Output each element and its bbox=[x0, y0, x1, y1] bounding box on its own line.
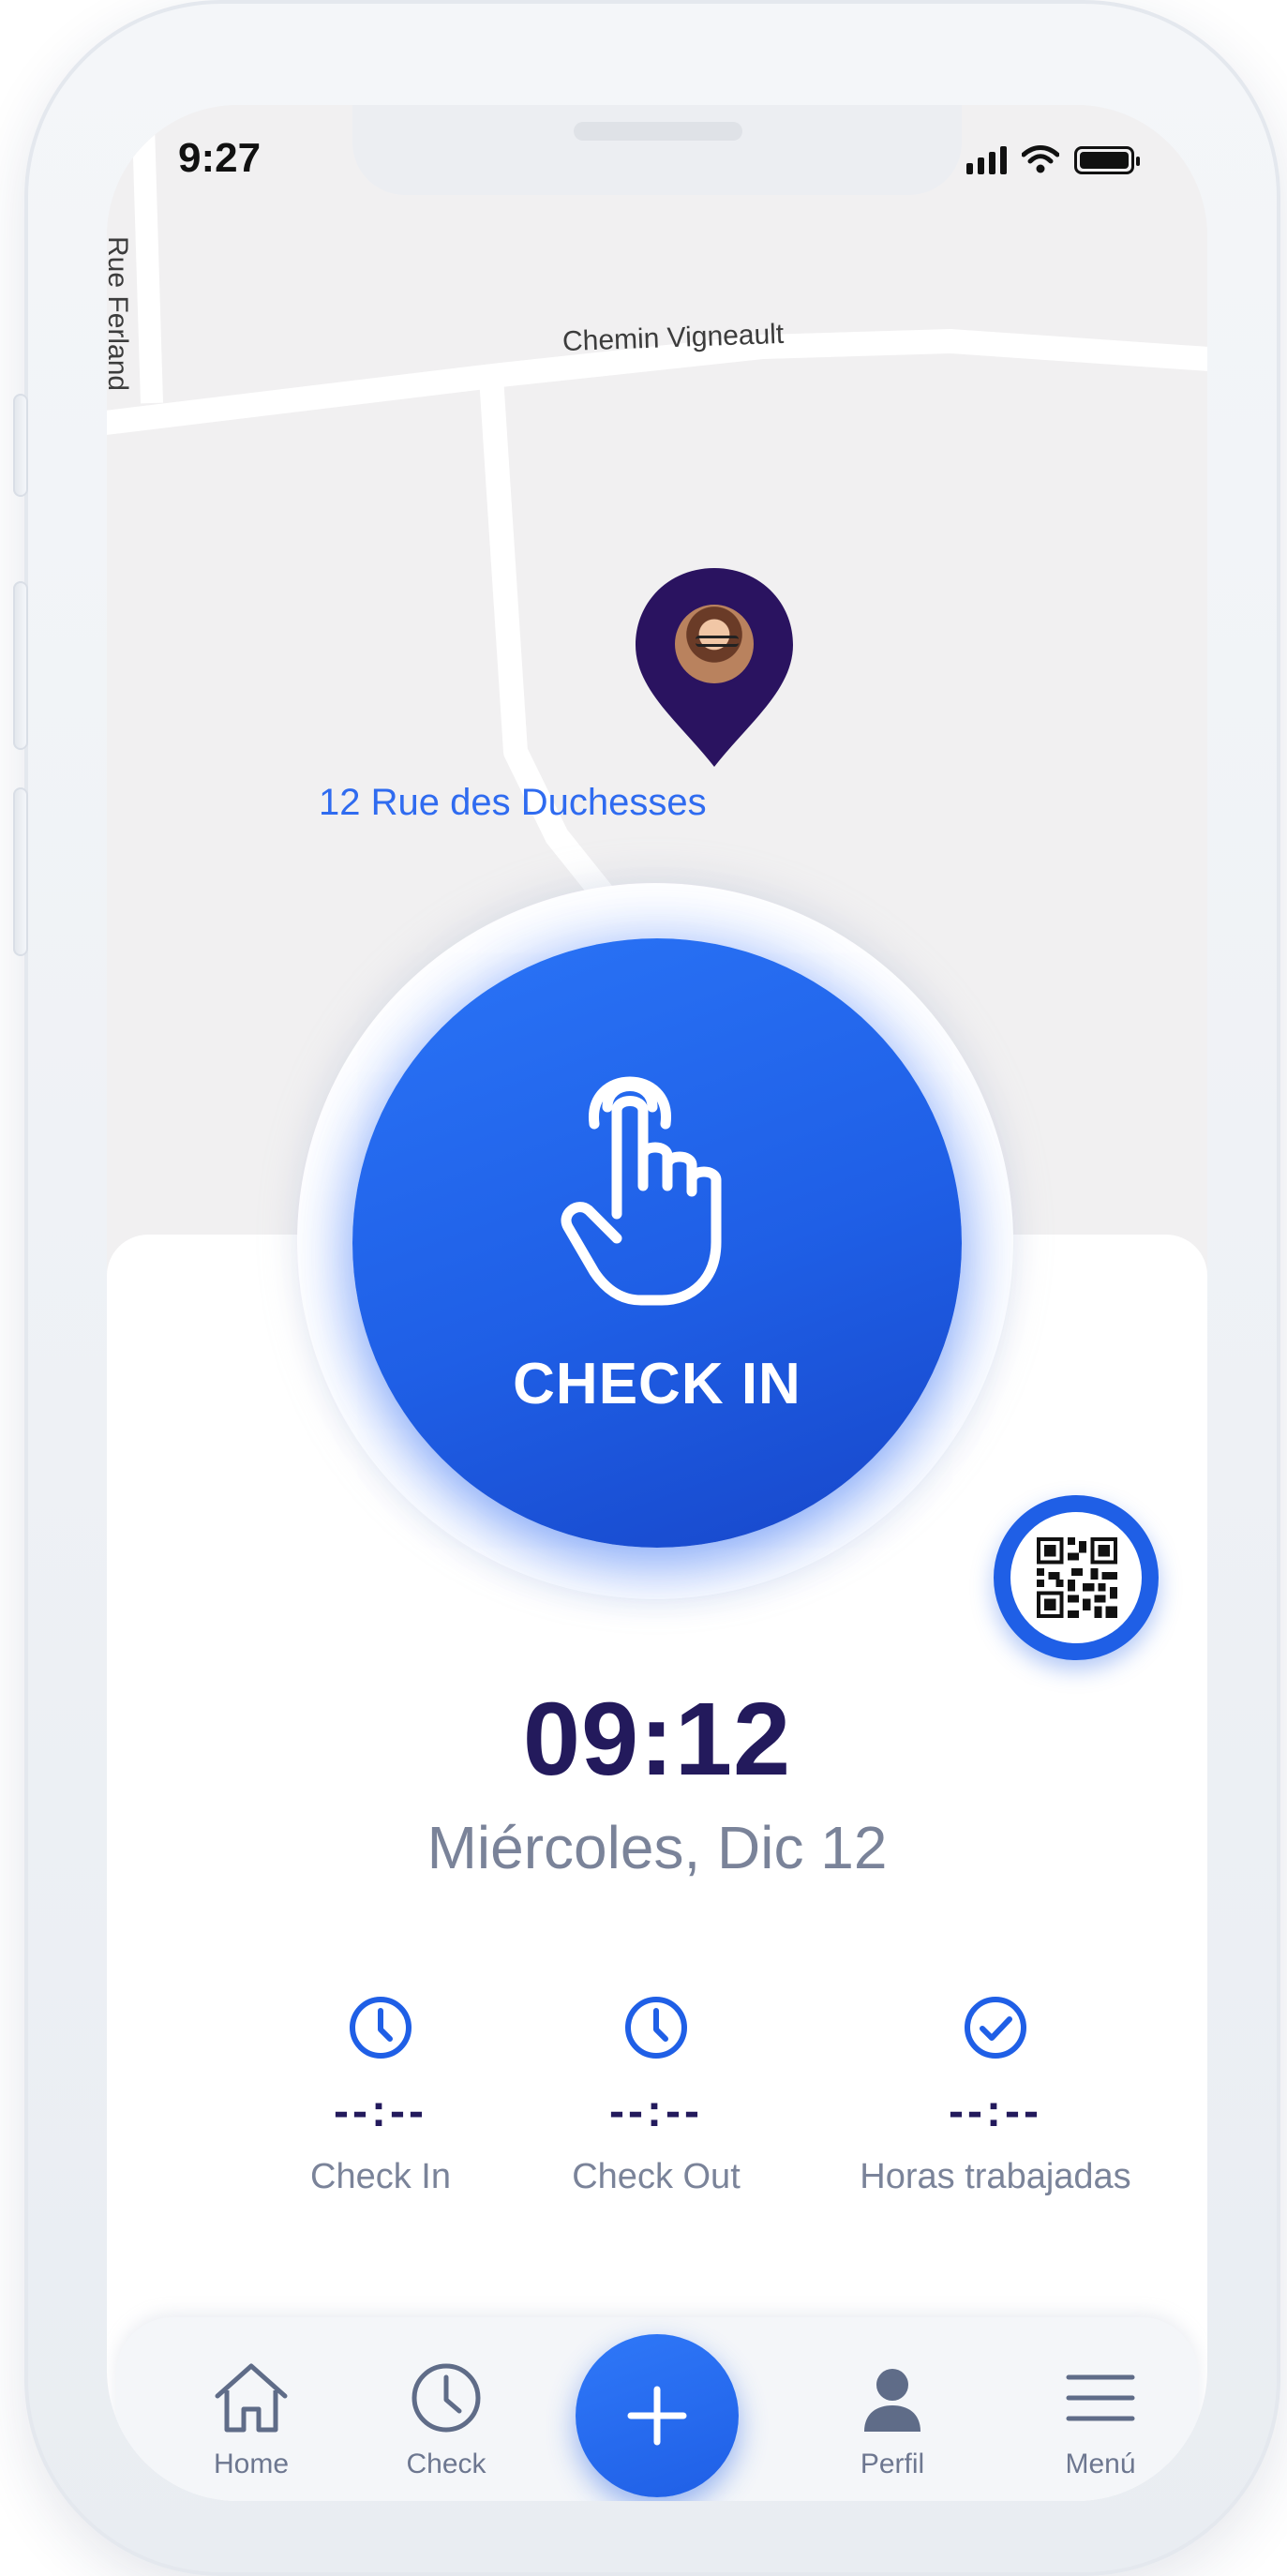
tab-label: Home bbox=[213, 2449, 290, 2479]
plus-icon bbox=[627, 2386, 687, 2446]
clock-icon bbox=[625, 1997, 687, 2059]
qr-scan-button[interactable] bbox=[994, 1495, 1159, 1660]
device-notch bbox=[352, 105, 962, 195]
stat-value: --:-- bbox=[609, 2087, 703, 2136]
volume-up-button bbox=[13, 581, 28, 750]
qr-code-icon bbox=[1037, 1537, 1117, 1618]
tab-menu[interactable]: Menú bbox=[1035, 2355, 1166, 2480]
status-icons bbox=[966, 144, 1140, 174]
tab-label: Menú bbox=[1065, 2449, 1136, 2479]
tab-check[interactable]: Check bbox=[381, 2355, 512, 2480]
stat-check-out: --:-- Check Out bbox=[487, 1994, 825, 2197]
clock-icon bbox=[350, 1997, 412, 2059]
tab-perfil[interactable]: Perfil bbox=[827, 2355, 958, 2480]
home-icon bbox=[215, 2363, 288, 2433]
tab-home[interactable]: Home bbox=[186, 2355, 317, 2480]
user-location-pin[interactable] bbox=[632, 564, 797, 771]
tap-hand-icon bbox=[561, 1076, 722, 1306]
menu-icon bbox=[1066, 2374, 1135, 2421]
place-marker-icon[interactable] bbox=[107, 105, 148, 165]
volume-down-button bbox=[13, 787, 28, 956]
check-in-label: CHECK IN bbox=[513, 1352, 801, 1416]
status-time: 9:27 bbox=[178, 135, 262, 181]
current-date: Miércoles, Dic 12 bbox=[427, 1814, 888, 1881]
add-button[interactable] bbox=[576, 2334, 739, 2497]
silent-switch bbox=[13, 394, 28, 497]
user-icon bbox=[864, 2369, 920, 2432]
signal-icon bbox=[966, 146, 1007, 174]
app-screen: Rue Ferland Chemin Vigneault 12 Rue des … bbox=[107, 105, 1207, 2501]
wifi-icon bbox=[1022, 145, 1059, 173]
place-label[interactable]: 12 Rue des Duchesses bbox=[319, 782, 707, 824]
street-label-ferland: Rue Ferland bbox=[107, 236, 133, 392]
stat-label: Check Out bbox=[572, 2157, 741, 2196]
stat-hours-worked: --:-- Horas trabajadas bbox=[827, 1994, 1164, 2197]
tab-label: Check bbox=[406, 2449, 486, 2479]
clock-icon bbox=[412, 2363, 481, 2433]
current-time: 09:12 bbox=[522, 1682, 792, 1797]
check-circle-icon bbox=[965, 1997, 1026, 2059]
speaker-grille bbox=[574, 122, 742, 141]
tab-label: Perfil bbox=[860, 2449, 925, 2479]
user-avatar bbox=[672, 602, 756, 686]
stat-value: --:-- bbox=[949, 2087, 1042, 2136]
check-in-button[interactable]: CHECK IN bbox=[352, 938, 962, 1548]
stat-label: Horas trabajadas bbox=[860, 2157, 1131, 2196]
battery-icon bbox=[1074, 146, 1140, 174]
